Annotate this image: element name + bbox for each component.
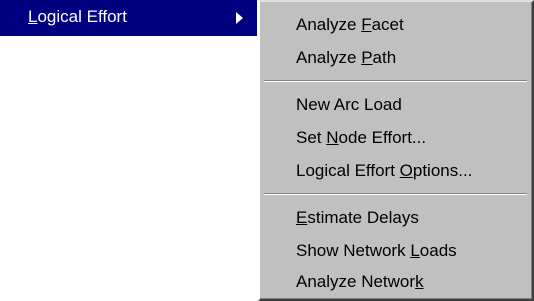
menu-item-new-arc-load[interactable]: New Arc Load — [260, 93, 531, 119]
menu-item-label: Logical Effort Options... — [296, 161, 473, 180]
menu-item-logical-effort[interactable]: Logical Effort — [0, 0, 257, 36]
menu-item-analyze-path[interactable]: Analyze Path — [260, 46, 531, 72]
submenu-body: Analyze Facet Analyze Path New Arc Load … — [260, 2, 532, 299]
menu-item-logical-effort-options[interactable]: Logical Effort Options... — [260, 159, 531, 185]
menu-item-set-node-effort[interactable]: Set Node Effort... — [260, 126, 531, 152]
menu-item-label: Set Node Effort... — [296, 128, 427, 147]
menu-item-label: Analyze Path — [296, 48, 397, 67]
logical-effort-submenu: Analyze Facet Analyze Path New Arc Load … — [258, 0, 534, 301]
menu-item-show-network-loads[interactable]: Show Network Loads — [260, 239, 531, 265]
menu-item-label: Show Network Loads — [296, 241, 457, 260]
menu-item-logical-effort-label: Logical Effort — [28, 7, 127, 26]
menu-item-label: Analyze Network — [296, 272, 424, 291]
submenu-arrow-icon — [236, 12, 243, 24]
menu-item-estimate-delays[interactable]: Estimate Delays — [260, 206, 531, 232]
menu-item-label: New Arc Load — [296, 95, 402, 114]
menu-item-label: Estimate Delays — [296, 208, 419, 227]
menu-item-label: Analyze Facet — [296, 15, 404, 34]
menu-separator — [264, 193, 527, 195]
menu-separator — [264, 80, 527, 82]
menu-item-analyze-network[interactable]: Analyze Network — [260, 270, 531, 296]
menu-item-analyze-facet[interactable]: Analyze Facet — [260, 13, 531, 39]
